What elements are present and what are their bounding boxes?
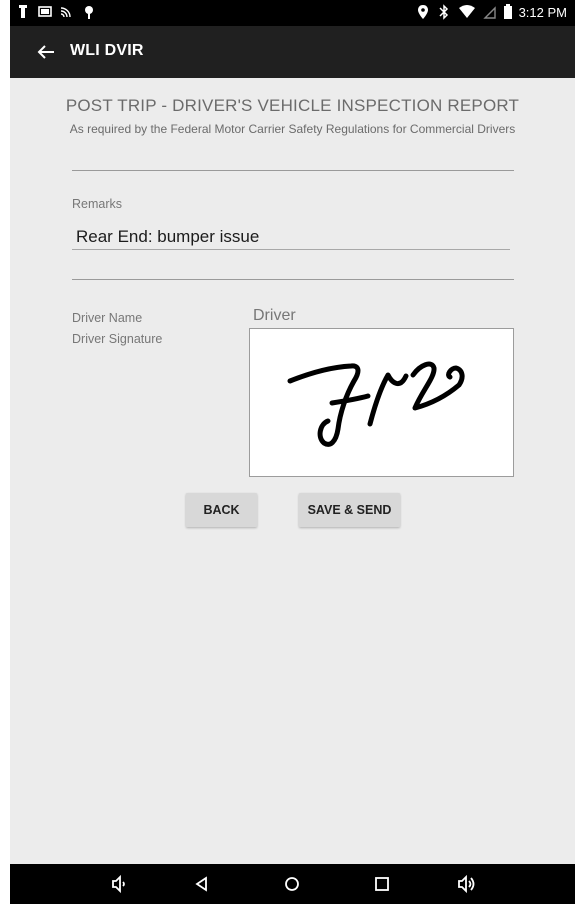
no-signal-icon [482, 6, 496, 19]
tablet-icon [38, 6, 52, 17]
cast-icon [60, 7, 71, 18]
bluetooth-icon [439, 4, 448, 20]
driver-name-label: Driver Name [72, 311, 143, 325]
volume-down-icon[interactable] [109, 874, 129, 894]
divider [72, 279, 514, 280]
back-triangle-icon[interactable] [192, 874, 212, 894]
nav-bar [10, 864, 575, 904]
status-right-icons: 3:12 PM [416, 4, 567, 20]
save-and-send-button[interactable]: SAVE & SEND [299, 493, 400, 527]
report-title: POST TRIP - DRIVER'S VEHICLE INSPECTION … [65, 96, 520, 115]
status-bar: 3:12 PM [10, 0, 575, 26]
battery-icon [503, 4, 512, 19]
app-title: WLI DVIR [70, 42, 144, 59]
driver-name-value: Driver [253, 307, 296, 324]
location-icon [417, 5, 428, 19]
app-bar: WLI DVIR [10, 26, 575, 78]
volume-up-icon[interactable] [455, 874, 479, 894]
back-button[interactable]: BACK [186, 493, 257, 527]
home-circle-icon[interactable] [282, 874, 302, 894]
location-pin-icon [85, 6, 93, 19]
signature-drawing [287, 361, 465, 447]
remarks-underline [72, 249, 510, 250]
status-left-icons [16, 4, 96, 20]
remarks-label: Remarks [72, 197, 123, 211]
usb-icon [19, 5, 27, 18]
divider [72, 170, 514, 171]
report-subtitle: As required by the Federal Motor Carrier… [69, 122, 516, 136]
arrow-back-icon[interactable] [34, 40, 58, 64]
wifi-icon [458, 5, 475, 18]
remarks-input[interactable] [74, 226, 516, 248]
status-time: 3:12 PM [518, 4, 567, 20]
driver-signature-label: Driver Signature [72, 332, 163, 346]
device-screen: 3:12 PM WLI DVIR POST TRIP - DRIVER'S VE… [10, 0, 575, 904]
signature-pad[interactable] [249, 328, 514, 477]
recents-square-icon[interactable] [372, 874, 392, 894]
